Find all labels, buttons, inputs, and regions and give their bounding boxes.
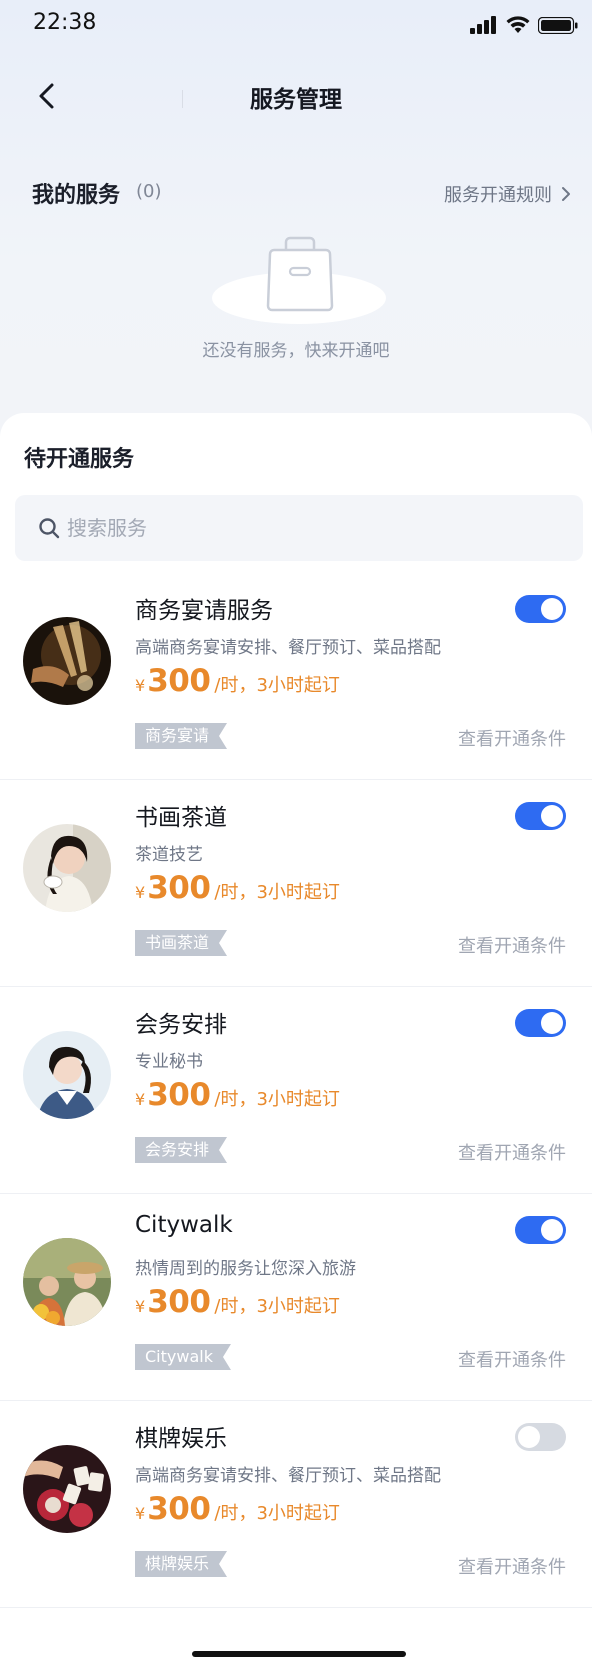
- view-conditions-link[interactable]: 查看开通条件: [458, 932, 566, 958]
- battery-icon: [538, 17, 578, 34]
- empty-text: 还没有服务，快来开通吧: [202, 341, 390, 361]
- service-item[interactable]: 棋牌娱乐 高端商务宴请安排、餐厅预订、菜品搭配 ¥ 300 /时，3小时起订 棋…: [0, 1401, 592, 1608]
- price-symbol: ¥: [135, 1090, 146, 1109]
- service-tag: Citywalk: [135, 1344, 231, 1370]
- status-bar: 22:38: [0, 0, 592, 46]
- price-unit: /时，3小时起订: [214, 1089, 340, 1110]
- my-services-header: 我的服务 (0) 服务开通规则: [32, 175, 572, 215]
- service-price: ¥ 300 /时，3小时起订: [135, 870, 340, 906]
- service-item[interactable]: Citywalk 热情周到的服务让您深入旅游 ¥ 300 /时，3小时起订 Ci…: [0, 1194, 592, 1401]
- search-input[interactable]: [67, 508, 547, 548]
- service-rules-label: 服务开通规则: [444, 185, 552, 206]
- service-toggle[interactable]: [515, 595, 566, 623]
- toggle-knob: [518, 1426, 540, 1448]
- service-avatar: [23, 824, 111, 912]
- price-unit: /时，3小时起订: [214, 675, 340, 696]
- service-price: ¥ 300 /时，3小时起订: [135, 1491, 340, 1527]
- service-avatar: [23, 1031, 111, 1119]
- service-desc: 热情周到的服务让您深入旅游: [135, 1259, 356, 1279]
- signal-icon: [470, 16, 496, 34]
- service-name: 书画茶道: [135, 805, 227, 831]
- search-box[interactable]: [15, 495, 583, 561]
- service-price: ¥ 300 /时，3小时起订: [135, 1284, 340, 1320]
- service-rules-link[interactable]: 服务开通规则: [444, 181, 572, 207]
- toggle-knob: [541, 598, 563, 620]
- service-item[interactable]: 商务宴请服务 高端商务宴请安排、餐厅预订、菜品搭配 ¥ 300 /时，3小时起订…: [0, 573, 592, 780]
- price-unit: /时，3小时起订: [214, 882, 340, 903]
- search-icon: [39, 518, 60, 539]
- nav-bar: 服务管理: [0, 66, 592, 126]
- service-price: ¥ 300 /时，3小时起订: [135, 663, 340, 699]
- wifi-icon: [506, 16, 530, 33]
- service-toggle[interactable]: [515, 1009, 566, 1037]
- service-toggle[interactable]: [515, 1423, 566, 1451]
- price-symbol: ¥: [135, 883, 146, 902]
- service-item[interactable]: 书画茶道 茶道技艺 ¥ 300 /时，3小时起订 书画茶道 查看开通条件: [0, 780, 592, 987]
- chevron-right-icon: [562, 187, 570, 201]
- service-tag: 书画茶道: [135, 930, 227, 956]
- toggle-knob: [541, 1012, 563, 1034]
- pending-title: 待开通服务: [24, 447, 135, 472]
- price-symbol: ¥: [135, 676, 146, 695]
- status-time: 22:38: [33, 10, 97, 35]
- service-toggle[interactable]: [515, 802, 566, 830]
- price-unit: /时，3小时起订: [214, 1503, 340, 1524]
- service-tag: 会务安排: [135, 1137, 227, 1163]
- view-conditions-link[interactable]: 查看开通条件: [458, 725, 566, 751]
- page-title: 服务管理: [250, 87, 342, 113]
- home-indicator: [192, 1651, 406, 1657]
- service-toggle[interactable]: [515, 1216, 566, 1244]
- service-avatar: [23, 1445, 111, 1533]
- service-desc: 高端商务宴请安排、餐厅预订、菜品搭配: [135, 1466, 441, 1486]
- view-conditions-link[interactable]: 查看开通条件: [458, 1553, 566, 1579]
- service-desc: 茶道技艺: [135, 845, 203, 865]
- my-services-count: (0): [136, 181, 162, 202]
- service-avatar: [23, 1238, 111, 1326]
- toggle-knob: [541, 1219, 563, 1241]
- price-unit: /时，3小时起订: [214, 1296, 340, 1317]
- price-value: 300: [147, 1077, 211, 1113]
- service-tag: 棋牌娱乐: [135, 1551, 227, 1577]
- service-tag: 商务宴请: [135, 723, 227, 749]
- shopping-bag-icon: [266, 236, 334, 312]
- my-services-title: 我的服务: [32, 183, 121, 208]
- service-avatar: [23, 617, 111, 705]
- service-name: Citywalk: [135, 1212, 233, 1238]
- price-value: 300: [147, 1491, 211, 1527]
- service-name: 会务安排: [135, 1012, 227, 1038]
- view-conditions-link[interactable]: 查看开通条件: [458, 1139, 566, 1165]
- service-price: ¥ 300 /时，3小时起订: [135, 1077, 340, 1113]
- toggle-knob: [541, 805, 563, 827]
- service-name: 棋牌娱乐: [135, 1426, 227, 1452]
- price-symbol: ¥: [135, 1504, 146, 1523]
- price-value: 300: [147, 1284, 211, 1320]
- pending-services-panel: 待开通服务 商务宴请服务 高端商务宴请安排、餐厅预订、菜品搭配 ¥ 300 /时…: [0, 413, 592, 1660]
- view-conditions-link[interactable]: 查看开通条件: [458, 1346, 566, 1372]
- service-item[interactable]: 会务安排 专业秘书 ¥ 300 /时，3小时起订 会务安排 查看开通条件: [0, 987, 592, 1194]
- price-value: 300: [147, 870, 211, 906]
- price-symbol: ¥: [135, 1297, 146, 1316]
- price-value: 300: [147, 663, 211, 699]
- service-desc: 高端商务宴请安排、餐厅预订、菜品搭配: [135, 638, 441, 658]
- service-name: 商务宴请服务: [135, 598, 273, 624]
- empty-state: 还没有服务，快来开通吧: [0, 232, 592, 362]
- service-desc: 专业秘书: [135, 1052, 203, 1072]
